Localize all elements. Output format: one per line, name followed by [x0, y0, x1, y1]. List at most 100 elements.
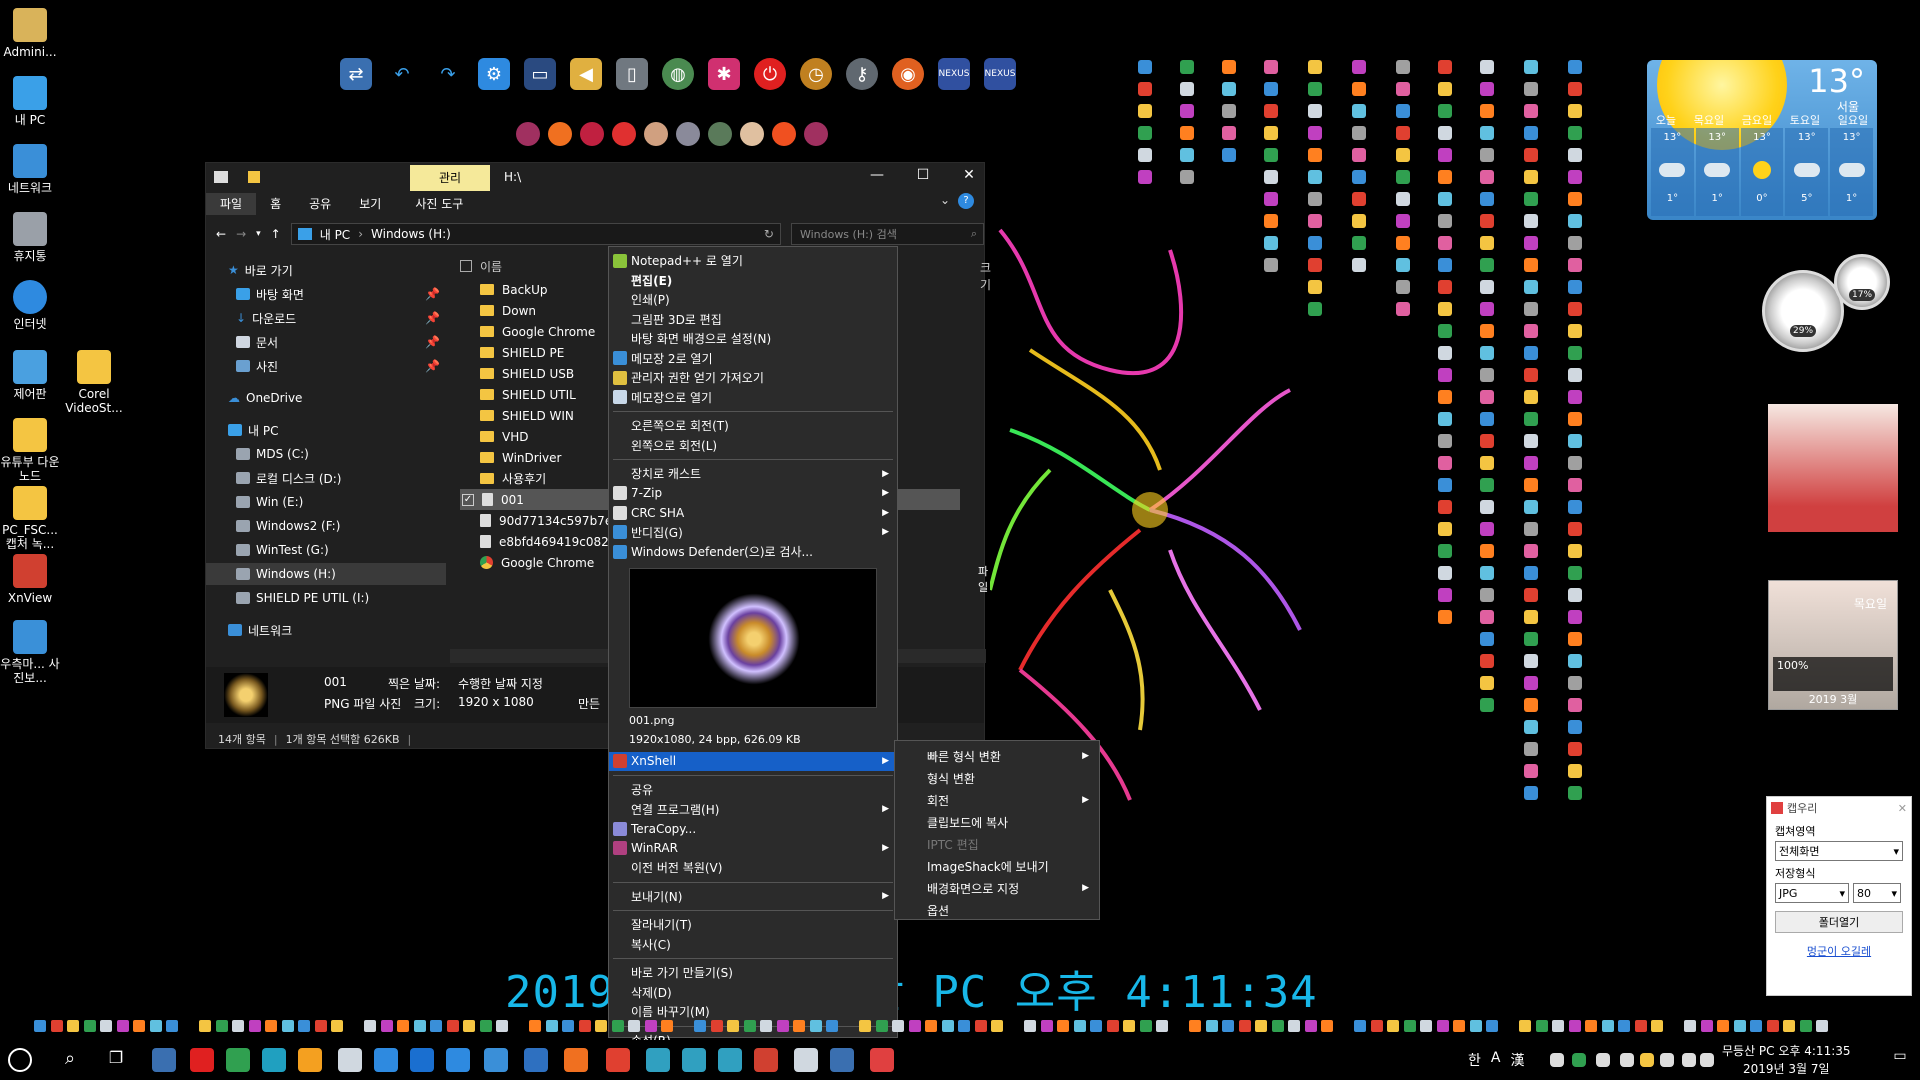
context-menu-item[interactable]: 이름 바꾸기(M) — [609, 1002, 897, 1021]
quick-launch-icon[interactable] — [413, 1020, 426, 1032]
volume-meter[interactable]: 100% — [1773, 657, 1893, 691]
shortcut-icon[interactable] — [1264, 82, 1278, 96]
quick-launch-icon[interactable] — [694, 1020, 706, 1032]
quick-launch-icon[interactable] — [1618, 1020, 1630, 1032]
tab-picture-tools[interactable]: 사진 도구 — [401, 193, 477, 215]
shortcut-icon[interactable] — [1524, 126, 1538, 140]
shortcut-icon[interactable] — [1524, 676, 1538, 690]
app-icon[interactable] — [718, 1048, 742, 1072]
close-icon[interactable]: ✕ — [1898, 802, 1907, 815]
back-icon[interactable]: ← — [216, 227, 226, 241]
shortcut-icon[interactable] — [1568, 236, 1582, 250]
shortcut-icon[interactable] — [1480, 258, 1494, 272]
quick-launch-icon[interactable] — [1403, 1020, 1416, 1032]
shortcut-icon[interactable] — [1308, 280, 1322, 294]
shortcut-icon[interactable] — [1222, 126, 1236, 140]
up-icon[interactable]: ↑ — [271, 227, 281, 241]
shortcut-icon[interactable] — [1264, 60, 1278, 74]
xnview-icon[interactable] — [870, 1048, 894, 1072]
shortcut-icon[interactable] — [1568, 390, 1582, 404]
shortcut-icon[interactable] — [1480, 676, 1494, 690]
capture-area-select[interactable]: 전체화면 ▾ — [1775, 841, 1903, 861]
mail-icon[interactable] — [794, 1048, 818, 1072]
quick-launch-icon[interactable] — [446, 1020, 459, 1032]
context-menu-item[interactable]: 장치로 캐스트 ▶ — [609, 464, 897, 483]
shortcut-icon[interactable] — [1438, 390, 1452, 404]
quick-launch-icon[interactable] — [1700, 1020, 1713, 1032]
submenu-item[interactable]: 배경화면으로 지정 ▶ — [895, 877, 1099, 899]
shortcut-icon[interactable] — [1396, 214, 1410, 228]
context-menu-item[interactable]: 반디집(G) ▶ — [609, 523, 897, 542]
notification-icon[interactable]: ▭ — [1890, 1048, 1910, 1072]
author-link[interactable]: 멍군이 오길레 — [1767, 943, 1911, 959]
shortcut-icon[interactable] — [1438, 258, 1452, 272]
quick-launch-icon[interactable] — [1222, 1020, 1234, 1032]
submenu-item[interactable]: 빠른 형식 변환 ▶ — [895, 745, 1099, 767]
shortcut-icon[interactable] — [1352, 60, 1366, 74]
shortcut-icon[interactable] — [1568, 346, 1582, 360]
shortcut-icon[interactable] — [1396, 192, 1410, 206]
shortcut-icon[interactable] — [1438, 82, 1452, 96]
quick-launch-icon[interactable] — [1354, 1020, 1366, 1032]
shortcut-icon[interactable] — [1352, 104, 1366, 118]
shortcut-icon[interactable] — [1480, 478, 1494, 492]
shortcut-icon[interactable] — [1480, 170, 1494, 184]
quick-launch-icon[interactable] — [578, 1020, 591, 1032]
column-header-name[interactable]: 이름 — [460, 255, 502, 277]
quick-launch-icon[interactable] — [364, 1020, 376, 1032]
shortcut-icon[interactable] — [1524, 302, 1538, 316]
tray-icon[interactable] — [1596, 1053, 1610, 1067]
shortcut-icon[interactable] — [1568, 82, 1582, 96]
shortcut-icon[interactable] — [1524, 698, 1538, 712]
help-icon[interactable]: ? — [958, 193, 974, 209]
tab-manage[interactable]: 관리 — [410, 165, 490, 191]
shortcut-icon[interactable] — [1568, 126, 1582, 140]
quick-launch-icon[interactable] — [1073, 1020, 1086, 1032]
shortcut-icon[interactable] — [1480, 280, 1494, 294]
quick-launch-icon[interactable] — [1766, 1020, 1779, 1032]
quick-launch-icon[interactable] — [1436, 1020, 1449, 1032]
firefox-icon[interactable] — [564, 1048, 588, 1072]
shortcut-icon[interactable] — [1524, 214, 1538, 228]
shortcut-icon[interactable] — [1180, 60, 1194, 74]
task-view-icon[interactable]: ❐ — [104, 1048, 128, 1072]
quick-launch-icon[interactable] — [1387, 1020, 1399, 1032]
context-menu-item[interactable]: 바로 가기 만들기(S) — [609, 963, 897, 982]
submenu-item[interactable]: 클립보드에 복사 — [895, 811, 1099, 833]
quick-launch-icon[interactable] — [776, 1020, 789, 1032]
shortcut-icon[interactable] — [1568, 698, 1582, 712]
tab-file[interactable]: 파일 — [206, 193, 257, 215]
quick-launch-icon[interactable] — [232, 1020, 244, 1032]
app-icon[interactable] — [262, 1048, 286, 1072]
quick-launch-icon[interactable] — [1750, 1020, 1762, 1032]
nav-drive-g[interactable]: WinTest (G:) — [206, 539, 446, 561]
shortcut-icon[interactable] — [1438, 500, 1452, 514]
context-menu-item[interactable]: 메모장으로 열기 — [609, 388, 897, 407]
shortcut-icon[interactable] — [1568, 566, 1582, 580]
shortcut-icon[interactable] — [1568, 786, 1582, 800]
quick-launch-icon[interactable] — [628, 1020, 640, 1032]
file-manager-icon[interactable] — [152, 1048, 176, 1072]
shortcut-icon[interactable] — [1568, 456, 1582, 470]
open-folder-button[interactable]: 폴더열기 — [1775, 911, 1903, 933]
shortcut-icon[interactable] — [1524, 280, 1538, 294]
power-icon[interactable] — [190, 1048, 214, 1072]
shortcut-icon[interactable] — [1524, 456, 1538, 470]
shortcut-icon[interactable] — [1524, 478, 1538, 492]
quick-launch-icon[interactable] — [100, 1020, 112, 1032]
pin-icon[interactable]: 📌 — [425, 359, 440, 373]
quick-launch-icon[interactable] — [1090, 1020, 1102, 1032]
quick-launch-icon[interactable] — [793, 1020, 805, 1032]
shortcut-icon[interactable] — [1352, 126, 1366, 140]
shortcut-icon[interactable] — [1480, 214, 1494, 228]
shortcut-icon[interactable] — [1438, 104, 1452, 118]
shortcut-icon[interactable] — [1568, 302, 1582, 316]
shortcut-icon[interactable] — [1308, 148, 1322, 162]
nav-documents[interactable]: 문서 📌 — [206, 331, 446, 353]
quality-select[interactable]: 80 ▾ — [1853, 883, 1901, 903]
burn-icon[interactable]: ◉ — [892, 58, 924, 90]
shortcut-icon[interactable] — [1396, 126, 1410, 140]
shortcut-icon[interactable] — [1568, 544, 1582, 558]
nav-network[interactable]: 네트워크 — [206, 619, 446, 641]
quick-launch-icon[interactable] — [1420, 1020, 1432, 1032]
